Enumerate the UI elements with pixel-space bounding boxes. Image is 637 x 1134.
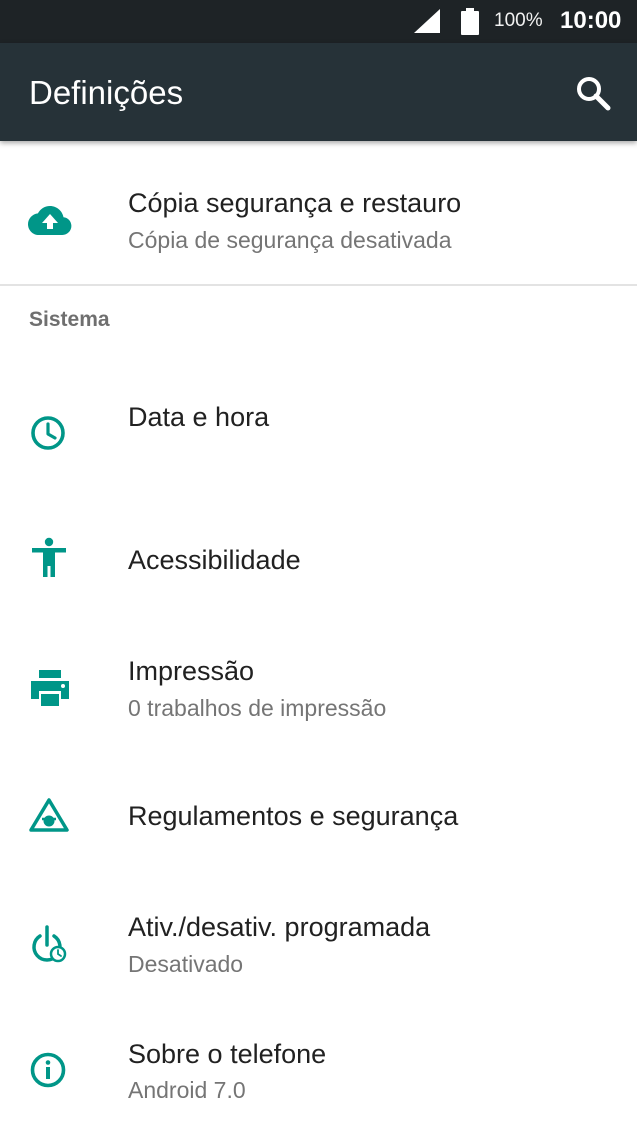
item-title: Regulamentos e segurança <box>128 801 459 831</box>
regulatory-icon <box>29 798 69 832</box>
app-bar: Definições <box>0 43 637 141</box>
search-icon[interactable] <box>574 74 614 114</box>
cloud-upload-icon <box>28 206 72 235</box>
settings-item-scheduled-power[interactable]: Ativ./desativ. programada Desativado <box>0 880 637 1010</box>
item-title: Sobre o telefone <box>128 1039 327 1069</box>
item-title: Cópia segurança e restauro <box>128 188 462 218</box>
settings-item-regulatory[interactable]: Regulamentos e segurança <box>0 755 637 880</box>
page-title: Definições <box>29 74 184 111</box>
signal-icon <box>414 9 440 33</box>
battery-icon <box>461 8 479 35</box>
settings-item-about-phone[interactable]: Sobre o telefone Android 7.0 <box>0 1010 637 1134</box>
section-header-system: Sistema <box>29 308 110 331</box>
status-clock: 10:00 <box>560 7 622 34</box>
settings-item-backup[interactable]: Cópia segurança e restauro Cópia de segu… <box>0 141 637 284</box>
item-title: Ativ./desativ. programada <box>128 912 431 942</box>
printer-icon <box>31 670 69 706</box>
status-bar: 100% 10:00 <box>0 0 637 43</box>
item-subtitle: Desativado <box>128 951 244 977</box>
item-title: Data e hora <box>128 402 270 432</box>
info-icon <box>30 1052 66 1088</box>
item-title: Impressão <box>128 656 255 686</box>
accessibility-icon <box>32 537 66 577</box>
item-subtitle: 0 trabalhos de impressão <box>128 695 387 721</box>
settings-item-printing[interactable]: Impressão 0 trabalhos de impressão <box>0 625 637 755</box>
divider <box>0 284 637 286</box>
clock-icon <box>31 416 65 450</box>
item-subtitle: Android 7.0 <box>128 1077 246 1103</box>
item-subtitle: Cópia de segurança desativada <box>128 227 452 253</box>
settings-item-accessibility[interactable]: Acessibilidade <box>0 495 637 625</box>
scheduled-power-icon <box>32 925 67 963</box>
item-title: Acessibilidade <box>128 545 301 575</box>
settings-item-date-time[interactable]: Data e hora <box>0 355 637 495</box>
battery-percent: 100% <box>494 10 543 31</box>
